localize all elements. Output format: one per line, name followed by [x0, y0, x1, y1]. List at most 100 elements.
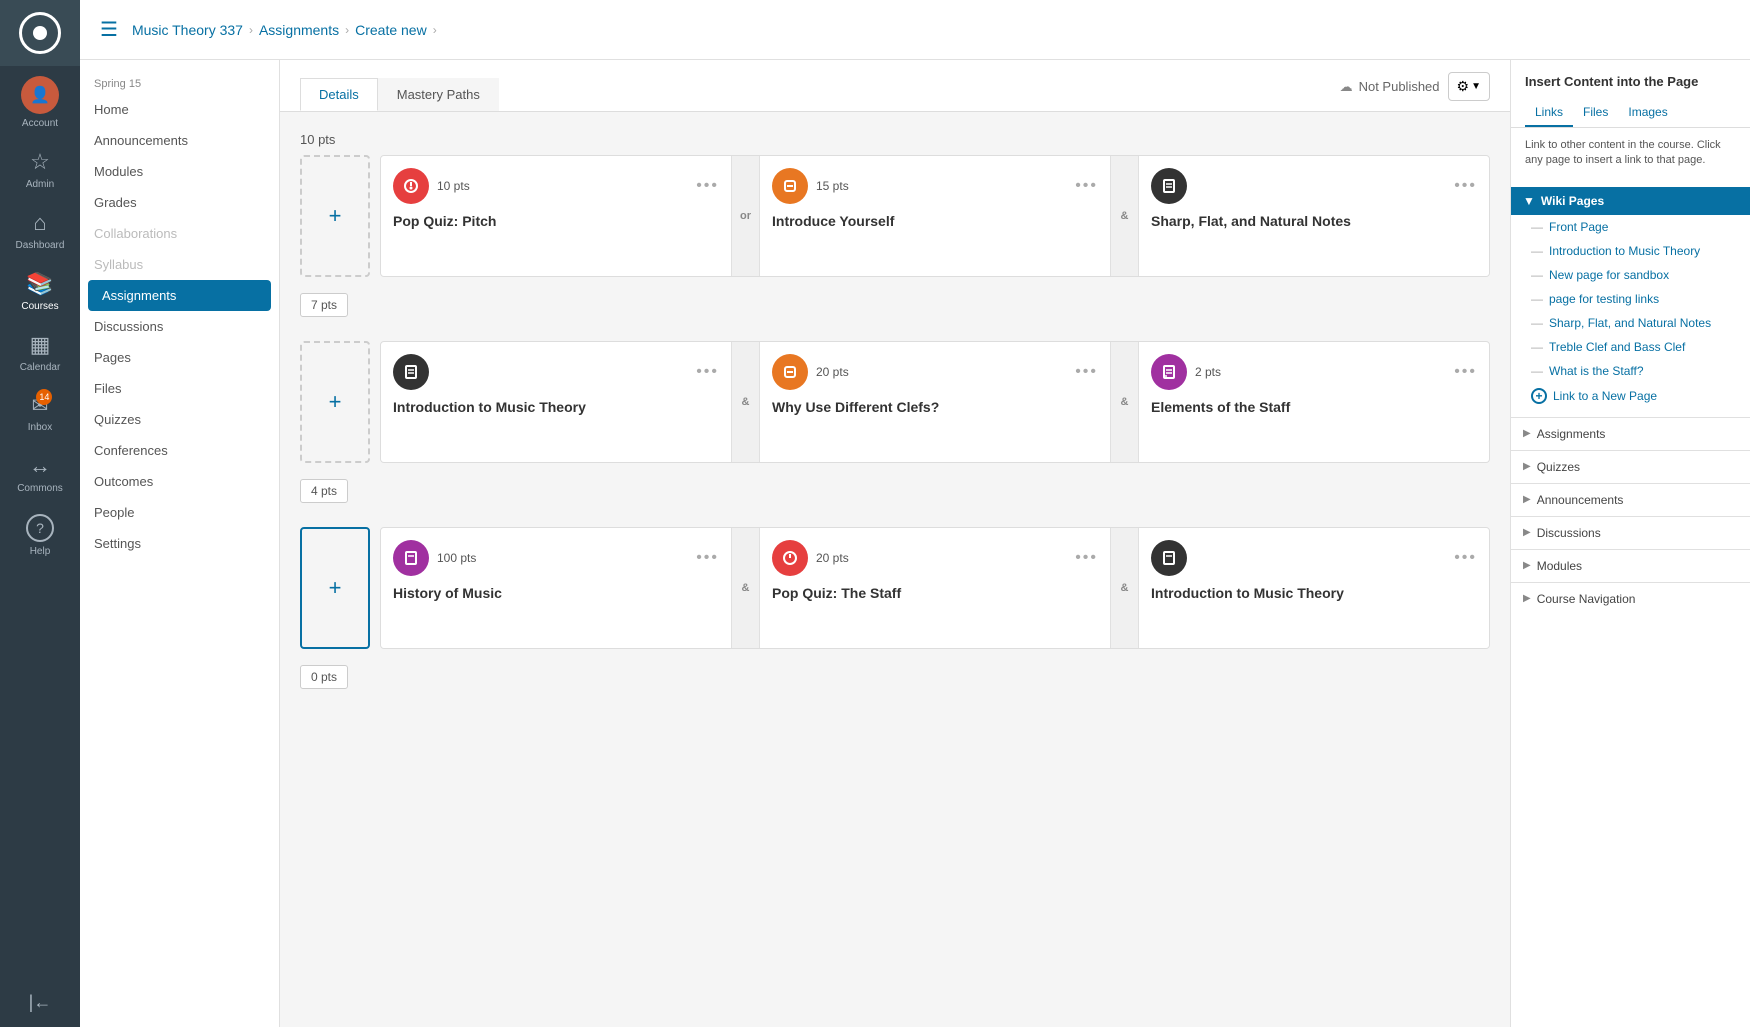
course-nav-modules[interactable]: Modules — [80, 156, 279, 187]
group-1-bottom-pts: 7 pts — [300, 293, 348, 317]
hamburger-menu-button[interactable]: ☰ — [100, 17, 118, 42]
tab-details[interactable]: Details — [300, 78, 378, 111]
item-2-menu-button[interactable]: ••• — [1075, 177, 1098, 195]
right-panel-tabs: Links Files Images — [1511, 99, 1750, 128]
item-6-menu-button[interactable]: ••• — [1454, 363, 1477, 381]
add-item-button-3[interactable]: + — [300, 527, 370, 649]
right-tab-images[interactable]: Images — [1618, 99, 1677, 127]
item-8-pts: 20 pts — [816, 551, 849, 565]
item-2-pts: 15 pts — [816, 179, 849, 193]
course-nav-files[interactable]: Files — [80, 373, 279, 404]
item-1-pts: 10 pts — [437, 179, 470, 193]
item-3-title[interactable]: Sharp, Flat, and Natural Notes — [1151, 212, 1477, 230]
right-panel-title: Insert Content into the Page — [1511, 60, 1750, 99]
course-nav-assignments[interactable]: Assignments — [88, 280, 271, 311]
breadcrumb-assignments[interactable]: Assignments — [259, 22, 339, 38]
item-4-menu-button[interactable]: ••• — [696, 363, 719, 381]
tabs-bar: Details Mastery Paths ☁ Not Published ⚙ … — [280, 60, 1510, 112]
collapsible-header-discussions[interactable]: ▶ Discussions — [1511, 517, 1750, 549]
app-logo[interactable] — [0, 0, 80, 66]
wiki-item-front-page[interactable]: — Front Page — [1511, 215, 1750, 239]
sidebar-item-dashboard[interactable]: ⌂ Dashboard — [0, 200, 80, 261]
item-5-title[interactable]: Why Use Different Clefs? — [772, 398, 1098, 416]
sidebar-item-commons[interactable]: ↔ Commons — [0, 443, 80, 504]
collapsible-header-announcements[interactable]: ▶ Announcements — [1511, 484, 1750, 516]
item-5-header: 20 pts ••• — [772, 354, 1098, 390]
collapsible-header-modules[interactable]: ▶ Modules — [1511, 550, 1750, 582]
breadcrumb-create-new[interactable]: Create new — [355, 22, 427, 38]
right-tab-links[interactable]: Links — [1525, 99, 1573, 127]
course-nav-collaborations[interactable]: Collaborations — [80, 218, 279, 249]
item-8-title[interactable]: Pop Quiz: The Staff — [772, 584, 1098, 602]
collapse-icon: |← — [29, 992, 52, 1013]
item-9-title[interactable]: Introduction to Music Theory — [1151, 584, 1477, 602]
course-nav-discussions[interactable]: Discussions — [80, 311, 279, 342]
course-nav-pages[interactable]: Pages — [80, 342, 279, 373]
wiki-item-sharp-flat[interactable]: — Sharp, Flat, and Natural Notes — [1511, 311, 1750, 335]
collapsible-discussions: ▶ Discussions — [1511, 516, 1750, 549]
course-nav-outcomes[interactable]: Outcomes — [80, 466, 279, 497]
collapsible-header-course-navigation[interactable]: ▶ Course Navigation — [1511, 583, 1750, 615]
wiki-item-what-is-staff[interactable]: — What is the Staff? — [1511, 359, 1750, 383]
course-nav-conferences[interactable]: Conferences — [80, 435, 279, 466]
item-9-menu-button[interactable]: ••• — [1454, 549, 1477, 567]
home-icon: ⌂ — [33, 210, 46, 236]
course-nav-grades[interactable]: Grades — [80, 187, 279, 218]
wiki-item-sandbox[interactable]: — New page for sandbox — [1511, 263, 1750, 287]
assignment-item-3: ••• Sharp, Flat, and Natural Notes — [1139, 156, 1489, 276]
course-nav-settings[interactable]: Settings — [80, 528, 279, 559]
gear-settings-button[interactable]: ⚙ ▼ — [1448, 72, 1490, 101]
collapsible-header-quizzes[interactable]: ▶ Quizzes — [1511, 451, 1750, 483]
collapsible-header-assignments[interactable]: ▶ Assignments — [1511, 418, 1750, 450]
course-nav-people[interactable]: People — [80, 497, 279, 528]
content-tabs: Details Mastery Paths — [300, 78, 499, 111]
wiki-add-new-page[interactable]: + Link to a New Page — [1511, 383, 1750, 409]
sidebar-item-account[interactable]: 👤 Account — [0, 66, 80, 139]
sidebar-item-calendar[interactable]: ▦ Calendar — [0, 322, 80, 383]
connector-and-3: & — [1111, 342, 1139, 462]
item-7-title[interactable]: History of Music — [393, 584, 719, 602]
sidebar-label-inbox: Inbox — [28, 422, 52, 433]
item-1-icon — [393, 168, 429, 204]
course-nav-quizzes[interactable]: Quizzes — [80, 404, 279, 435]
wiki-item-testing[interactable]: — page for testing links — [1511, 287, 1750, 311]
wiki-pages-section: ▼ Wiki Pages — Front Page — Introduction… — [1511, 187, 1750, 409]
item-6-title[interactable]: Elements of the Staff — [1151, 398, 1477, 416]
item-3-menu-button[interactable]: ••• — [1454, 177, 1477, 195]
item-1-menu-button[interactable]: ••• — [696, 177, 719, 195]
item-9-header: ••• — [1151, 540, 1477, 576]
tab-mastery-paths[interactable]: Mastery Paths — [378, 78, 499, 111]
item-7-menu-button[interactable]: ••• — [696, 549, 719, 567]
sidebar-bottom: |← — [0, 977, 80, 1027]
item-5-menu-button[interactable]: ••• — [1075, 363, 1098, 381]
breadcrumb-sep-2: › — [345, 23, 349, 37]
collapse-sidebar-button[interactable]: |← — [0, 977, 80, 1027]
sidebar-item-inbox[interactable]: ✉ 14 Inbox — [0, 383, 80, 443]
sidebar-item-courses[interactable]: 📚 Courses — [0, 261, 80, 322]
course-nav-announcements[interactable]: Announcements — [80, 125, 279, 156]
breadcrumb-sep-1: › — [249, 23, 253, 37]
item-2-title[interactable]: Introduce Yourself — [772, 212, 1098, 230]
items-container-3: 100 pts ••• History of Music & — [380, 527, 1490, 649]
breadcrumb-course[interactable]: Music Theory 337 — [132, 22, 243, 38]
item-4-icon — [393, 354, 429, 390]
course-nav-home[interactable]: Home — [80, 94, 279, 125]
add-item-button-1[interactable]: + — [300, 155, 370, 277]
add-page-icon: + — [1531, 388, 1547, 404]
item-8-menu-button[interactable]: ••• — [1075, 549, 1098, 567]
dash-icon-5: — — [1531, 316, 1543, 330]
wiki-item-treble-clef[interactable]: — Treble Clef and Bass Clef — [1511, 335, 1750, 359]
sidebar-item-admin[interactable]: ☆ Admin — [0, 139, 80, 200]
item-4-title[interactable]: Introduction to Music Theory — [393, 398, 719, 416]
item-4-header: ••• — [393, 354, 719, 390]
item-7-icon — [393, 540, 429, 576]
course-nav-syllabus[interactable]: Syllabus — [80, 249, 279, 280]
add-item-button-2[interactable]: + — [300, 341, 370, 463]
wiki-item-intro[interactable]: — Introduction to Music Theory — [1511, 239, 1750, 263]
right-tab-files[interactable]: Files — [1573, 99, 1618, 127]
item-1-title[interactable]: Pop Quiz: Pitch — [393, 212, 719, 230]
wiki-pages-header[interactable]: ▼ Wiki Pages — [1511, 187, 1750, 215]
sidebar-item-help[interactable]: ? Help — [0, 504, 80, 567]
caret-right-icon-2: ▶ — [1523, 461, 1531, 472]
item-3-header: ••• — [1151, 168, 1477, 204]
